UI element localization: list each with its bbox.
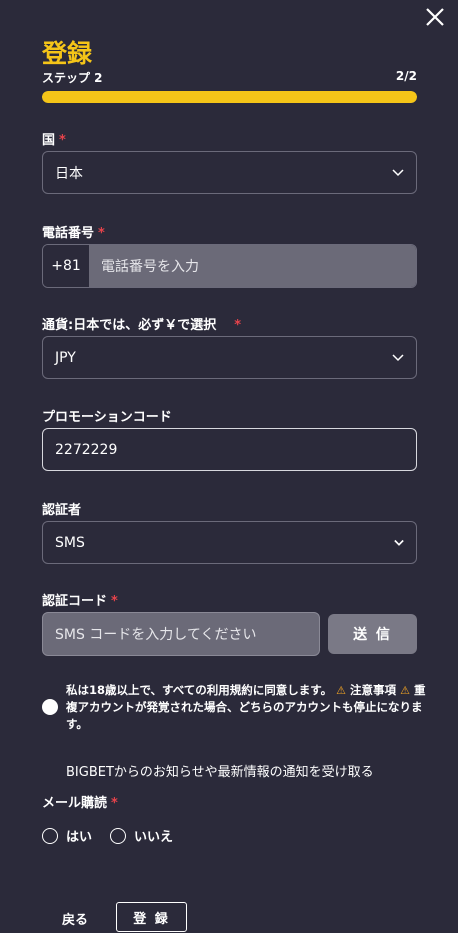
chevron-down-icon: [394, 539, 404, 546]
verifier-select[interactable]: SMS: [42, 521, 417, 564]
register-button[interactable]: 登 録: [116, 902, 187, 932]
promo-label: プロモーションコード: [42, 410, 172, 425]
required-mark: *: [98, 226, 105, 241]
mail-yes-option[interactable]: はい: [42, 826, 92, 845]
radio-no-label: いいえ: [134, 830, 174, 845]
verify-code-label: 認証コード *: [42, 594, 118, 609]
mail-no-option[interactable]: いいえ: [110, 826, 173, 845]
promo-input[interactable]: 2272229: [42, 428, 417, 471]
verify-code-input[interactable]: SMS コードを入力してください: [42, 612, 320, 656]
chevron-down-icon: [392, 168, 404, 176]
progress-bar: [42, 91, 417, 103]
chevron-down-icon: [392, 353, 404, 361]
phone-label: 電話番号 *: [42, 226, 105, 241]
country-value: 日本: [55, 165, 83, 182]
mail-radio-group: はい いいえ: [42, 826, 181, 845]
mail-label: メール購読 *: [42, 796, 118, 811]
send-code-button[interactable]: 送 信: [328, 614, 417, 654]
step-indicator: ステップ 2 2/2: [42, 69, 417, 86]
required-mark: *: [59, 133, 66, 148]
radio-no[interactable]: [110, 827, 127, 844]
close-button[interactable]: [424, 6, 446, 28]
currency-select[interactable]: JPY: [42, 336, 417, 379]
country-label: 国 *: [42, 133, 66, 148]
notice-text: 注意事項: [350, 683, 397, 697]
phone-field: +81 電話番号を入力: [42, 244, 417, 288]
verifier-value: SMS: [55, 534, 85, 551]
required-mark: *: [111, 796, 118, 811]
currency-label: 通貨:日本では、必ず￥で選択 *: [42, 318, 242, 333]
agree-checkbox[interactable]: [42, 699, 58, 715]
newsletter-text: BIGBETからのお知らせや最新情報の通知を受け取る: [66, 765, 374, 780]
agreement-text: 私は18歳以上で、すべての利用規約に同意します。 ⚠ 注意事項 ⚠ 重複アカウン…: [66, 683, 426, 731]
country-select[interactable]: 日本: [42, 151, 417, 194]
phone-input[interactable]: 電話番号を入力: [89, 245, 416, 287]
radio-yes-label: はい: [66, 830, 93, 845]
step-label: ステップ 2: [42, 71, 103, 85]
country-code: +81: [43, 245, 89, 287]
radio-yes[interactable]: [42, 827, 58, 844]
progress-fill: [42, 91, 417, 103]
required-mark: *: [234, 318, 242, 333]
currency-value: JPY: [55, 349, 76, 366]
warning-icon: ⚠: [400, 684, 410, 697]
page-title: 登録: [42, 39, 93, 68]
required-mark: *: [111, 594, 118, 609]
step-counter: 2/2: [395, 69, 417, 83]
close-icon: [426, 8, 444, 26]
warning-icon: ⚠: [336, 684, 347, 697]
verifier-label: 認証者: [42, 503, 82, 518]
back-button[interactable]: 戻る: [62, 909, 88, 928]
